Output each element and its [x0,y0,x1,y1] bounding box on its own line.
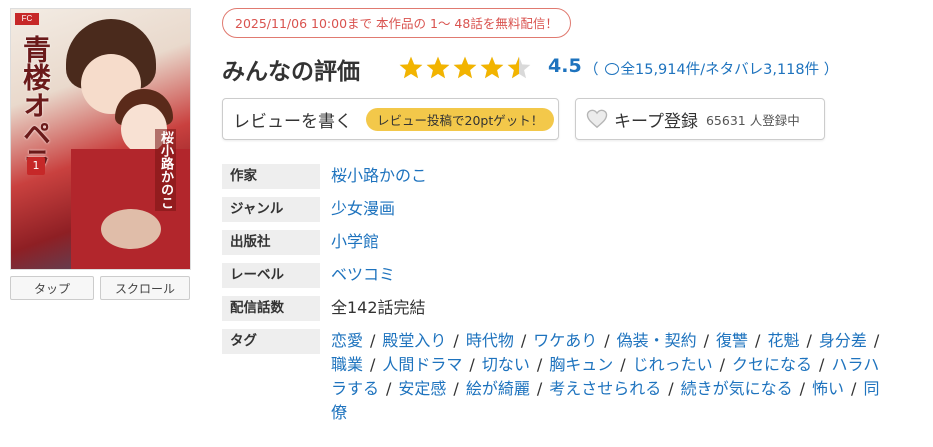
tag-link[interactable]: 殿堂入り [382,331,446,350]
tag-link[interactable]: 考えさせられる [549,379,661,398]
tag-link[interactable]: 時代物 [466,331,514,350]
tag-separator: / [469,355,475,374]
cover-title: 青楼オペラ [19,35,52,175]
tag-separator: / [873,331,880,350]
info-row-label: レーベル ベツコミ [222,263,922,288]
comment-bubble-icon [604,62,619,75]
heart-icon [586,109,608,129]
keep-label: キープ登録 [614,111,698,132]
tap-mode-button[interactable]: タップ [10,276,94,300]
tag-separator: / [520,331,527,350]
review-count-open-paren: （ [584,62,599,78]
keep-count: 65631 人登録中 [705,112,800,128]
tag-list: 恋愛 / 殿堂入り / 時代物 / ワケあり / 偽装・契約 / 復讐 / 花魁 / 身分差 / 職業 / 人間ドラ… [331,329,891,425]
info-row-genre: ジャンル 少女漫画 [222,197,922,222]
free-campaign-badge: 2025/11/06 10:00まで 本作品の 1～ 48話を無料配信！ [222,8,571,38]
publisher-logo: FC [15,13,39,25]
tag-link[interactable]: 怖い [812,379,844,398]
book-info-table: 作家 桜小路かのこ ジャンル 少女漫画 出版社 小学館 レーベル ベツコミ 配信… [222,164,922,433]
write-review-label: レビューを書く [233,111,352,132]
tag-link[interactable]: 恋愛 [331,331,363,350]
cover-volume-badge: 1 [27,157,45,175]
info-key: 出版社 [222,230,320,255]
cover-art-flower [101,209,161,249]
tag-link[interactable]: 身分差 [819,331,867,350]
star-icon [453,56,477,79]
tag-separator: / [604,331,610,350]
info-key: レーベル [222,263,320,288]
tag-link[interactable]: 復讐 [716,331,748,350]
tag-link[interactable]: クセになる [732,355,812,374]
book-cover-image[interactable]: FC 青楼オペラ 1 桜小路かのこ [10,8,191,270]
info-key: タグ [222,329,320,354]
keep-button[interactable]: キープ登録 65631 人登録中 [575,98,825,140]
tag-link[interactable]: ワケあり [533,331,597,350]
tag-separator: / [819,355,825,374]
scroll-mode-button[interactable]: スクロール [100,276,190,300]
tag-separator: / [799,379,806,398]
episode-count: 全142話完結 [331,298,426,317]
review-count-text: 全15,914件/ネタバレ3,118件 ） [620,62,839,78]
tag-separator: / [806,331,812,350]
tag-separator: / [536,355,543,374]
tag-link[interactable]: 花魁 [767,331,799,350]
review-point-badge: レビュー投稿で20ptゲット！ [366,107,555,131]
star-icon [480,56,504,79]
review-count-link[interactable]: （ 全15,914件/ネタバレ3,118件 ） [584,58,838,79]
tag-separator: / [668,379,674,398]
tag-separator: / [703,331,710,350]
tag-separator: / [386,379,392,398]
rating-score: 4.5 [548,55,582,77]
info-key: ジャンル [222,197,320,222]
star-icon [507,56,531,79]
tag-separator: / [453,379,459,398]
tag-link[interactable]: 偽装・契約 [617,331,697,350]
info-row-author: 作家 桜小路かのこ [222,164,922,189]
tag-separator: / [851,379,857,398]
tag-separator: / [370,331,376,350]
genre-link[interactable]: 少女漫画 [331,197,395,222]
star-icon [399,56,423,79]
cover-author: 桜小路かのこ [155,129,176,211]
tag-separator: / [719,355,726,374]
tag-separator: / [620,355,626,374]
tag-separator: / [755,331,761,350]
tag-separator: / [370,355,376,374]
tag-link[interactable]: 胸キュン [549,355,613,374]
star-icon [426,56,450,79]
tag-separator: / [453,331,459,350]
tag-link[interactable]: 絵が綺麗 [466,379,530,398]
tag-link[interactable]: 切ない [482,355,530,374]
info-key: 作家 [222,164,320,189]
rating-heading: みんなの評価 [222,59,360,85]
write-review-button[interactable]: レビューを書く レビュー投稿で20ptゲット！ [222,98,559,140]
tag-link[interactable]: じれったい [633,355,713,374]
star-rating [398,55,532,81]
author-link[interactable]: 桜小路かのこ [331,164,427,189]
tag-link[interactable]: 安定感 [398,379,446,398]
publisher-link[interactable]: 小学館 [331,230,379,255]
info-key: 配信話数 [222,296,320,321]
info-row-tags: タグ 恋愛 / 殿堂入り / 時代物 / ワケあり / 偽装・契約 / 復讐 / 花魁 / 身分差 / 職業 / 人… [222,329,922,425]
info-row-episodes: 配信話数 全142話完結 [222,296,922,321]
tag-link[interactable]: 職業 [331,355,363,374]
tag-link[interactable]: 人間ドラマ [382,355,462,374]
label-link[interactable]: ベツコミ [331,263,395,288]
tag-link[interactable]: 続きが気になる [681,379,793,398]
tag-separator: / [536,379,543,398]
info-row-publisher: 出版社 小学館 [222,230,922,255]
